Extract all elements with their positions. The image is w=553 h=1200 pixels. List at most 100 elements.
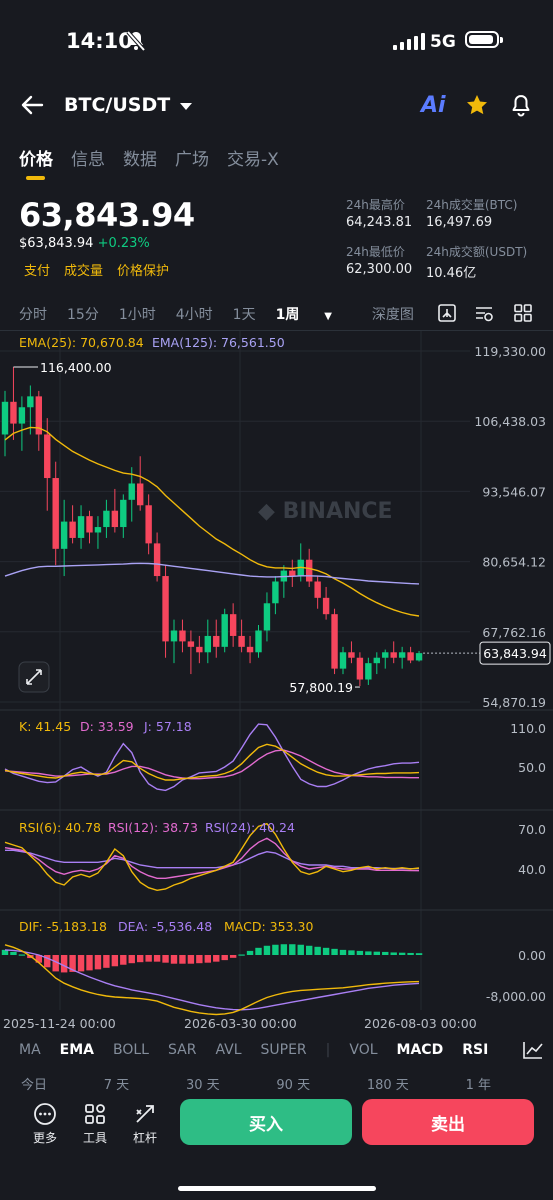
candle-body: [221, 614, 228, 647]
candle-body: [398, 652, 406, 658]
candle-body: [373, 657, 380, 664]
ai-button[interactable]: Ai: [421, 93, 446, 118]
candle-body: [238, 635, 245, 647]
ind-rsi[interactable]: RSI: [462, 1042, 488, 1058]
ind-macd[interactable]: MACD: [397, 1042, 444, 1058]
tf-1h[interactable]: 1小时: [119, 304, 156, 324]
macd-histogram-bar: [153, 955, 161, 962]
ind-ema[interactable]: EMA: [60, 1042, 94, 1058]
tab-data[interactable]: 数据: [123, 145, 157, 170]
badge-volume[interactable]: 成交量: [64, 260, 103, 279]
perf-180d[interactable]: 180 天: [367, 1074, 409, 1093]
candle-body: [306, 559, 313, 582]
perf-today[interactable]: 今日: [21, 1074, 47, 1093]
sell-button[interactable]: 卖出: [362, 1099, 534, 1145]
kdj-k-label: K: 41.45: [19, 719, 71, 734]
rsi24-line: [5, 849, 419, 870]
tf-1d[interactable]: 1天: [233, 304, 256, 324]
binance-watermark: ◆ BINANCE: [258, 499, 393, 524]
candle-body: [196, 646, 203, 653]
ind-ma[interactable]: MA: [19, 1042, 41, 1058]
candle-body: [356, 657, 364, 680]
macd-histogram-bar: [238, 954, 245, 956]
macd-histogram-bar: [390, 952, 397, 955]
signal-icon: [393, 33, 425, 50]
chart-settings-icon[interactable]: [437, 303, 457, 327]
watermark-text: BINANCE: [283, 499, 393, 524]
ind-super[interactable]: SUPER: [261, 1042, 307, 1058]
pair-dropdown-icon[interactable]: [180, 103, 192, 110]
candle-body: [27, 396, 34, 408]
ind-boll[interactable]: BOLL: [113, 1042, 149, 1058]
ind-sar[interactable]: SAR: [168, 1042, 196, 1058]
pair-title[interactable]: BTC/USDT: [64, 94, 170, 116]
badge-price-protection[interactable]: 价格保护: [117, 260, 169, 279]
candle-body: [52, 478, 59, 549]
macd-histogram-bar: [145, 955, 152, 962]
macd-tick-0: 0.00: [518, 948, 546, 963]
tf-15m[interactable]: 15分: [67, 304, 99, 324]
macd-histogram-bar: [204, 955, 211, 963]
kdj-d-label: D: 33.59: [80, 719, 134, 734]
tf-4h[interactable]: 4小时: [176, 304, 213, 324]
tf-timeshare[interactable]: 分时: [19, 304, 47, 324]
more-icon: [34, 1103, 56, 1125]
candle-body: [120, 499, 127, 528]
layout-grid-icon[interactable]: [513, 303, 533, 327]
ind-vol[interactable]: VOL: [349, 1042, 377, 1058]
macd-histogram-bar: [120, 955, 127, 965]
ema125-legend: EMA(125): 76,561.50: [152, 335, 285, 350]
tf-1w[interactable]: 1周 ▼: [276, 304, 352, 324]
macd-histogram-bar: [213, 955, 220, 962]
star-icon[interactable]: [465, 93, 489, 121]
candle-body: [229, 614, 237, 636]
price-chart[interactable]: EMA(25): 70,670.84 EMA(125): 76,561.50 ◆…: [0, 330, 553, 1040]
leverage-label: 杠杆: [132, 1131, 157, 1145]
y-tick-2: 93,546.07: [482, 484, 546, 499]
leverage-button[interactable]: 杠杆: [128, 1102, 162, 1146]
battery-icon: [465, 31, 503, 48]
ind-avl[interactable]: AVL: [215, 1042, 241, 1058]
badge-payment[interactable]: 支付: [24, 260, 50, 279]
macd-value-label: MACD: 353.30: [224, 919, 313, 934]
candle-body: [331, 614, 338, 669]
candle-body: [162, 576, 169, 642]
perf-90d[interactable]: 90 天: [276, 1074, 310, 1093]
candle-body: [111, 510, 119, 528]
rsi-tick-0: 70.0: [518, 822, 546, 837]
vol-usdt-label: 24h成交额(USDT): [426, 245, 528, 259]
fiat-price: $63,843.94: [19, 236, 94, 251]
macd-tick-1: -8,000.00: [486, 989, 546, 1004]
x-tick-1: 2025-11-24 00:00: [3, 1016, 116, 1031]
perf-1y[interactable]: 1 年: [466, 1074, 491, 1093]
candle-body: [170, 630, 178, 642]
tools-button[interactable]: 工具: [78, 1102, 112, 1146]
tf-depth[interactable]: 深度图: [372, 304, 414, 324]
tab-square[interactable]: 广场: [175, 145, 209, 170]
perf-7d[interactable]: 7 天: [104, 1074, 129, 1093]
macd-histogram-bar: [221, 955, 228, 961]
macd-histogram-bar: [314, 946, 321, 955]
back-icon[interactable]: [20, 94, 44, 120]
tab-info[interactable]: 信息: [71, 145, 105, 170]
indicator-settings-icon[interactable]: [474, 303, 494, 327]
buy-button[interactable]: 买入: [180, 1099, 352, 1145]
leverage-icon: [136, 1105, 154, 1123]
tab-price[interactable]: 价格: [19, 145, 53, 170]
perf-30d[interactable]: 30 天: [186, 1074, 220, 1093]
indicator-chart-icon[interactable]: [522, 1040, 544, 1064]
more-button[interactable]: 更多: [28, 1102, 62, 1146]
tf-dropdown-icon: ▼: [324, 311, 332, 322]
fullscreen-button[interactable]: [18, 661, 50, 693]
macd-histogram-bar: [77, 955, 85, 972]
macd-histogram-bar: [348, 950, 355, 955]
bell-off-icon: [126, 30, 146, 56]
candle-body: [213, 635, 220, 647]
tab-trade-x[interactable]: 交易-X: [227, 145, 279, 170]
low-marker-label: 57,800.19: [289, 680, 353, 695]
vol-usdt-value: 10.46亿: [426, 266, 477, 281]
high-marker-label: 116,400.00: [40, 360, 112, 375]
low-label: 24h最低价: [346, 245, 405, 259]
timeframe-bar: 分时 15分 1小时 4小时 1天 1周 ▼ 深度图: [19, 304, 434, 324]
bell-icon[interactable]: [510, 93, 532, 121]
